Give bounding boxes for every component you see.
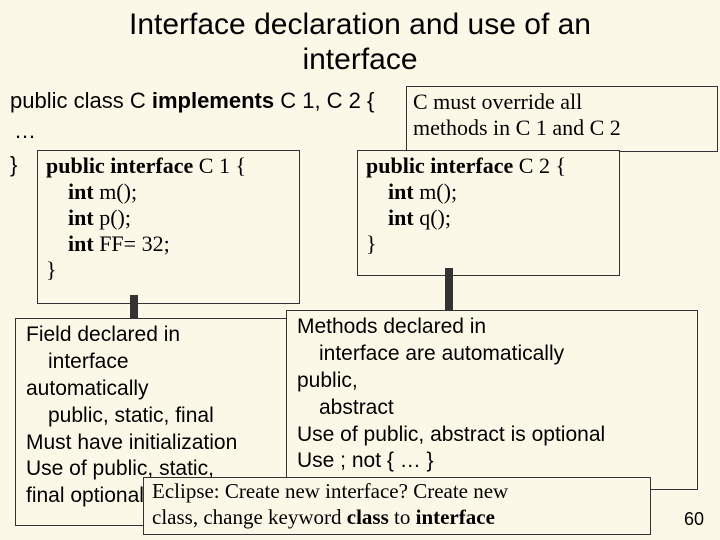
c1-line2: int m(); xyxy=(46,179,291,205)
kw: int xyxy=(68,231,94,256)
override-line-1: C must override all xyxy=(413,89,711,115)
text: q(); xyxy=(414,205,451,230)
text: public class C xyxy=(10,88,152,113)
c2-line2: int m(); xyxy=(366,179,611,205)
text: to xyxy=(389,505,416,529)
line: abstract xyxy=(297,395,687,422)
text: C 2 { xyxy=(513,153,566,178)
text: m(); xyxy=(414,179,457,204)
kw-class: class xyxy=(347,505,389,529)
kw: public interface xyxy=(366,153,513,178)
kw: int xyxy=(68,179,94,204)
eclipse-line-1: Eclipse: Create new interface? Create ne… xyxy=(152,479,642,505)
line: automatically xyxy=(26,376,284,403)
line: public, static, final xyxy=(26,403,284,430)
line: Field declared in xyxy=(26,322,284,349)
override-line-2: methods in C 1 and C 2 xyxy=(413,115,711,141)
line: Must have initialization xyxy=(26,430,284,457)
keyword-implements: implements xyxy=(152,88,274,113)
method-note-box: Methods declared in interface are automa… xyxy=(286,310,698,490)
c1-line1: public interface C 1 { xyxy=(46,153,291,179)
line: interface are automatically xyxy=(297,341,687,368)
text: class, change keyword xyxy=(152,505,347,529)
override-note-box: C must override all methods in C 1 and C… xyxy=(406,86,718,152)
text: C 1 { xyxy=(193,153,246,178)
line: Methods declared in xyxy=(297,314,687,341)
line: interface xyxy=(26,349,284,376)
eclipse-tip-box: Eclipse: Create new interface? Create ne… xyxy=(143,477,651,535)
text: p(); xyxy=(94,205,131,230)
kw-interface: interface xyxy=(416,505,495,529)
title-line-2: interface xyxy=(302,43,417,76)
line: public, xyxy=(297,368,687,395)
text: m(); xyxy=(94,179,137,204)
class-declaration: public class C implements C 1, C 2 { xyxy=(10,88,374,114)
connector-right-2 xyxy=(449,268,453,313)
kw: int xyxy=(388,179,414,204)
c1-line3: int p(); xyxy=(46,205,291,231)
slide-number: 60 xyxy=(684,509,704,530)
c1-line5: } xyxy=(46,257,291,283)
kw: int xyxy=(388,205,414,230)
c2-line1: public interface C 2 { xyxy=(366,153,611,179)
title-line-1: Interface declaration and use of an xyxy=(129,8,591,41)
close-brace: } xyxy=(10,152,17,178)
slide-title: Interface declaration and use of an inte… xyxy=(0,0,720,77)
line: Use ; not { … } xyxy=(297,448,687,475)
c1-line4: int FF= 32; xyxy=(46,231,291,257)
text: C 1, C 2 { xyxy=(274,88,374,113)
ellipsis: … xyxy=(14,118,36,144)
c2-line3: int q(); xyxy=(366,205,611,231)
interface-c2-box: public interface C 2 { int m(); int q();… xyxy=(357,150,620,276)
eclipse-line-2: class, change keyword class to interface xyxy=(152,505,642,531)
line: Use of public, abstract is optional xyxy=(297,422,687,449)
kw: int xyxy=(68,205,94,230)
kw: public interface xyxy=(46,153,193,178)
text: FF= 32; xyxy=(94,231,170,256)
c2-line4: } xyxy=(366,231,611,257)
interface-c1-box: public interface C 1 { int m(); int p();… xyxy=(37,150,300,304)
